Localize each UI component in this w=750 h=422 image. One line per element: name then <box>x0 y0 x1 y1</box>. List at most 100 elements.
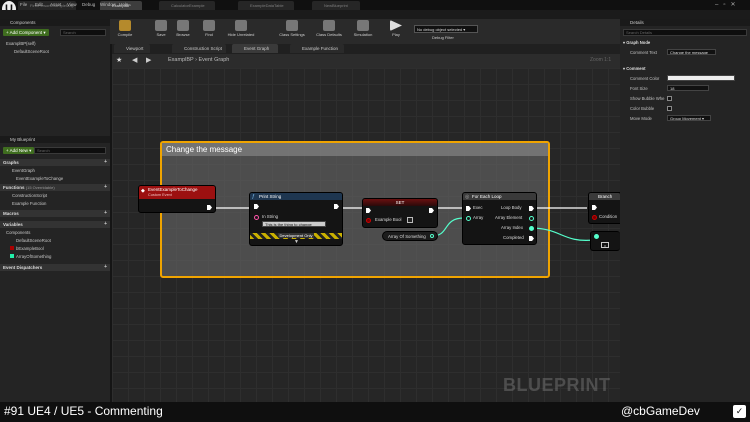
comment-section[interactable]: ▾ Comment <box>623 66 646 71</box>
menu-edit[interactable]: Edit <box>35 2 43 7</box>
event-node-header: EventExampleToChange Custom Event <box>139 186 215 199</box>
breadcrumb-root[interactable]: ExamplBP <box>168 57 194 63</box>
find-button[interactable]: Find <box>196 20 222 42</box>
add-graph-icon[interactable]: + <box>104 159 107 165</box>
add-variable-icon[interactable]: + <box>104 221 107 227</box>
array-index-pin[interactable] <box>529 226 534 231</box>
component-self[interactable]: ExamplBP(self) <box>6 41 36 46</box>
graph-node-section[interactable]: ▾ Graph Node <box>623 40 650 45</box>
window-controls[interactable]: –▫✕ <box>715 1 741 8</box>
condition-pin[interactable] <box>592 215 597 220</box>
comment-color-swatch[interactable] <box>667 75 735 81</box>
print-exec-in-pin[interactable] <box>254 204 259 209</box>
show-bubble-checkbox[interactable] <box>667 96 672 101</box>
menu-debug[interactable]: Debug <box>82 2 95 7</box>
move-mode-select[interactable]: Group Movement ▾ <box>667 115 711 121</box>
twitter-icon: ✓ <box>733 405 746 418</box>
tab-calculator[interactable]: CalculatorExample <box>159 1 215 10</box>
bool-checkbox[interactable] <box>407 217 413 223</box>
example-bool-pin[interactable] <box>366 218 371 223</box>
section-event-dispatchers[interactable]: Event Dispatchers + <box>0 264 110 271</box>
variable-item[interactable]: bExampleBool <box>10 246 44 251</box>
set-node-title: SET <box>395 200 405 205</box>
array-out-pin[interactable] <box>430 234 434 238</box>
comment-text-input[interactable]: Change the message <box>667 49 716 55</box>
in-string-pin[interactable] <box>254 215 259 220</box>
tab-event-graph[interactable]: Event Graph <box>232 44 278 53</box>
play-icon <box>390 20 402 31</box>
graph-item[interactable]: EventExampleToChange <box>16 176 63 181</box>
foreach-array-pin[interactable] <box>466 216 471 221</box>
add-macro-icon[interactable]: + <box>104 210 107 216</box>
debug-object-select[interactable]: No debug object selected ▾ <box>414 25 478 33</box>
tab-example-function[interactable]: Example Function <box>290 44 344 53</box>
add-function-icon[interactable]: + <box>104 184 107 190</box>
completed-pin[interactable] <box>529 236 534 241</box>
section-functions[interactable]: Functions (15 Overridable) + <box>0 184 110 191</box>
branch-node[interactable]: Branch Condition <box>588 192 620 224</box>
menu-view[interactable]: View <box>67 2 77 7</box>
branch-exec-in-pin[interactable] <box>592 205 597 210</box>
set-exec-out-pin[interactable] <box>429 208 434 213</box>
variable-item[interactable]: DefaultSceneRoot <box>16 238 51 243</box>
event-exec-out-pin[interactable] <box>207 205 212 210</box>
back-arrow-icon[interactable]: ◀ <box>132 56 137 64</box>
variable-category[interactable]: Components <box>6 230 30 235</box>
set-node[interactable]: SET Example Bool <box>362 198 438 228</box>
array-variable-node[interactable]: Array Of Something <box>382 231 438 241</box>
variable-item[interactable]: ArrayOfSomething <box>10 254 51 259</box>
menu-window[interactable]: Window <box>100 2 116 7</box>
component-defaultsceneroot[interactable]: DefaultSceneRoot <box>14 49 49 54</box>
font-size-input[interactable]: 18 <box>667 85 709 91</box>
home-icon[interactable]: ★ <box>116 56 122 64</box>
in-string-value-input[interactable]: This is the thing to change <box>262 221 326 227</box>
tab-viewport[interactable]: Viewport <box>114 44 150 53</box>
add-dispatcher-icon[interactable]: + <box>104 264 107 270</box>
equal-node[interactable]: = <box>590 231 620 251</box>
array-element-pin[interactable] <box>529 216 534 221</box>
save-icon <box>155 20 167 31</box>
foreach-exec-in-pin[interactable] <box>466 206 471 211</box>
tab-datatable[interactable]: ExampleDataTable <box>238 1 294 10</box>
section-macros[interactable]: Macros + <box>0 210 110 217</box>
compile-label: Compile <box>117 32 133 37</box>
browse-button[interactable]: Browse <box>170 20 196 42</box>
add-new-button[interactable]: + Add New ▾ <box>3 147 35 154</box>
add-component-button[interactable]: + Add Component ▾ <box>3 29 49 36</box>
twitter-handle: @cbGameDev <box>621 404 700 418</box>
class-settings-button[interactable]: Class Settings <box>276 20 308 42</box>
for-each-loop-node[interactable]: For Each Loop ◎ Exec Array Loop Body Arr… <box>462 192 537 245</box>
section-variables[interactable]: Variables + <box>0 221 110 228</box>
event-node[interactable]: EventExampleToChange Custom Event ◆ <box>138 185 216 213</box>
details-search-input[interactable]: Search Details <box>623 29 747 36</box>
my-blueprint-search-input[interactable]: Search <box>34 147 106 154</box>
play-button[interactable]: Play <box>383 20 409 42</box>
compile-button[interactable]: Compile <box>112 20 138 42</box>
forward-arrow-icon[interactable]: ▶ <box>146 56 151 64</box>
hide-unrelated-button[interactable]: Hide Unrelated <box>224 20 258 42</box>
function-icon: ƒ <box>252 194 255 200</box>
menu-help[interactable]: Help <box>119 2 128 7</box>
tab-construction-script[interactable]: Construction Script <box>172 44 226 53</box>
tab-newblueprint[interactable]: NewBlueprint <box>312 1 360 10</box>
loop-body-pin[interactable] <box>529 206 534 211</box>
simulation-button[interactable]: Simulation <box>348 20 378 42</box>
function-item[interactable]: Example Function <box>12 201 46 206</box>
class-defaults-button[interactable]: Class Defaults <box>312 20 346 42</box>
section-graphs[interactable]: Graphs + <box>0 159 110 166</box>
comment-color-label: Comment Color <box>630 76 660 81</box>
section-functions-label: Functions <box>3 185 25 190</box>
graph-item[interactable]: EventGraph <box>12 168 35 173</box>
print-exec-out-pin[interactable] <box>334 204 339 209</box>
function-item[interactable]: ConstructionScript <box>12 193 47 198</box>
equal-in-pin[interactable] <box>594 234 599 239</box>
components-search-input[interactable]: Search <box>60 29 106 36</box>
set-exec-in-pin[interactable] <box>366 208 371 213</box>
print-string-node[interactable]: Print String ƒ In String This is the thi… <box>249 192 343 246</box>
menu-asset[interactable]: Asset <box>50 2 61 7</box>
menu-file[interactable]: File <box>20 2 27 7</box>
color-bubble-checkbox[interactable] <box>667 106 672 111</box>
expand-chevron-icon[interactable]: ▼ <box>294 239 299 245</box>
browse-label: Browse <box>176 32 190 37</box>
bool-type-icon <box>10 246 14 250</box>
